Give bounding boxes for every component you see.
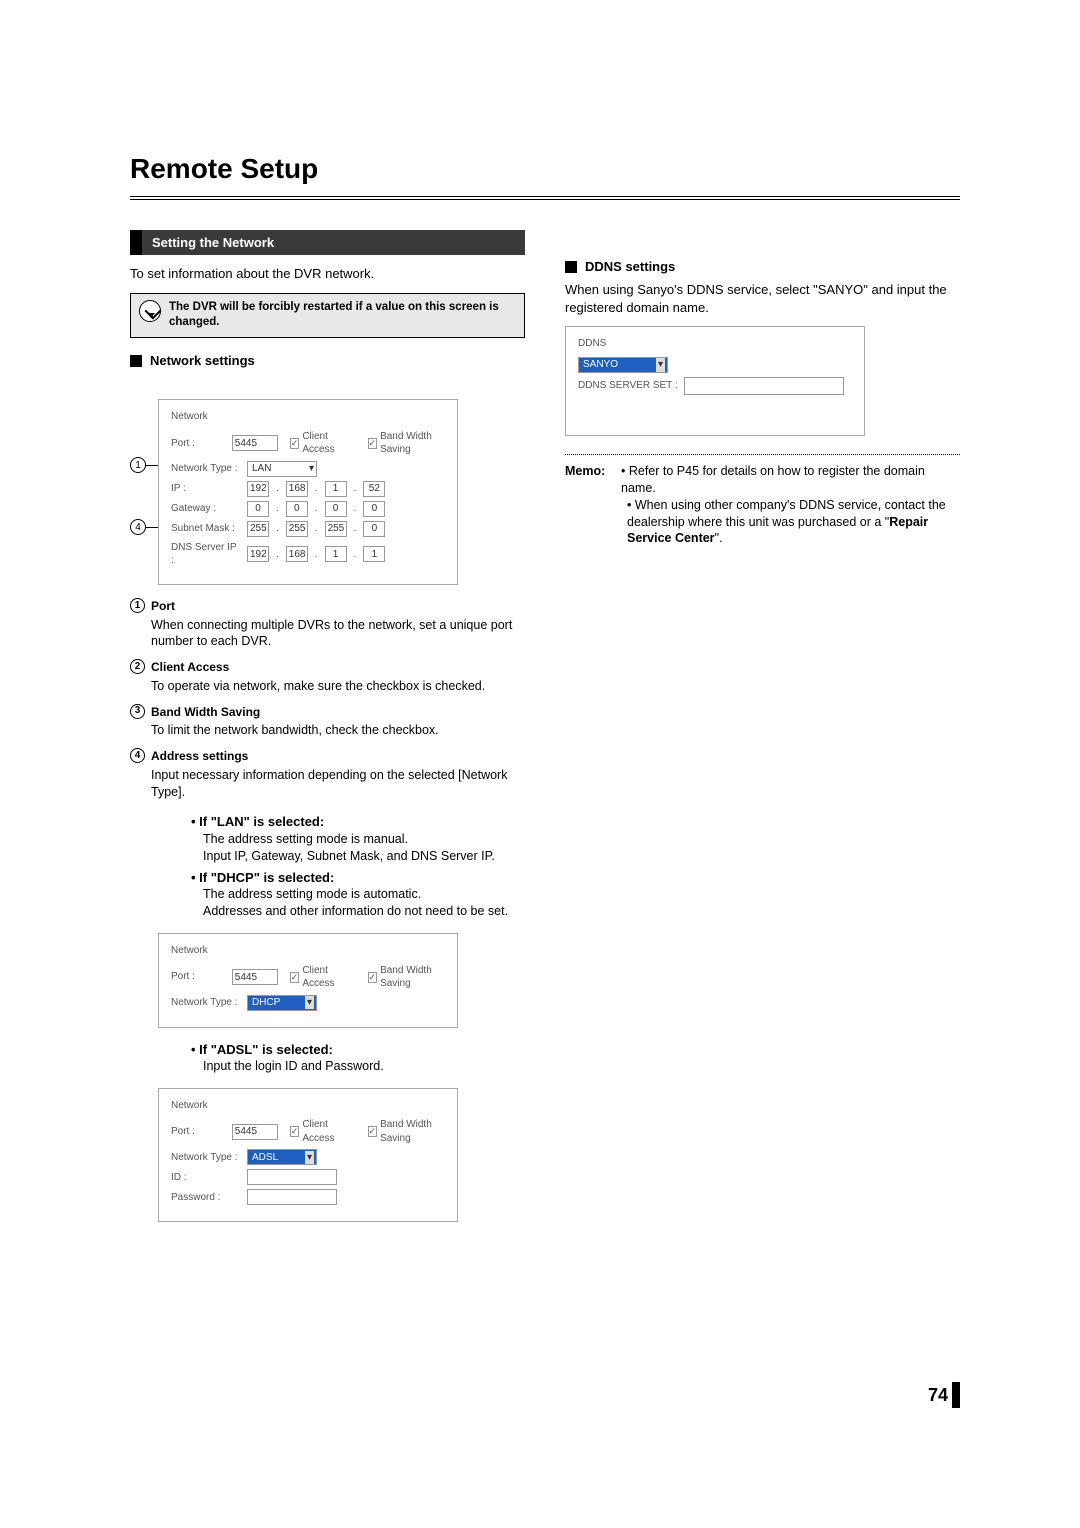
address-bullets: If "LAN" is selected: The address settin… <box>151 813 525 920</box>
title-rule <box>130 196 960 200</box>
chevron-down-icon: ▾ <box>656 358 665 372</box>
port-input[interactable] <box>232 969 278 985</box>
callout-1: 1 <box>130 457 146 473</box>
ddns-screenshot: DDNS SANYO ▾ DDNS SERVER SET : <box>565 326 865 436</box>
network-type-select[interactable]: DHCP▾ <box>247 995 317 1011</box>
page-number: 74 <box>928 1382 960 1408</box>
section-intro: To set information about the DVR network… <box>130 265 525 283</box>
item-address-settings: 4Address settings <box>130 747 525 765</box>
ip-octet[interactable] <box>325 481 347 497</box>
page-title: Remote Setup <box>130 150 960 188</box>
ddns-provider-select[interactable]: SANYO ▾ <box>578 357 668 373</box>
memo-divider <box>565 454 960 455</box>
network-adsl-screenshot: Network Port : ✓Client Access ✓Band Widt… <box>158 1088 458 1223</box>
ddns-heading: DDNS settings <box>565 258 960 276</box>
gateway-octet[interactable] <box>286 501 308 517</box>
client-access-checkbox[interactable]: ✓Client Access <box>290 964 348 991</box>
warning-notice: The DVR will be forcibly restarted if a … <box>130 293 525 338</box>
item-port: 1Port <box>130 597 525 615</box>
network-lan-screenshot: Network Port : ✓Client Access ✓Band Widt… <box>158 399 458 585</box>
callout-4: 4 <box>130 519 146 535</box>
client-access-checkbox[interactable]: ✓Client Access <box>290 1118 348 1145</box>
gateway-octet[interactable] <box>325 501 347 517</box>
subnet-octet[interactable] <box>247 521 269 537</box>
network-settings-heading: Network settings <box>130 352 525 370</box>
subnet-octet[interactable] <box>325 521 347 537</box>
port-input[interactable] <box>232 1124 278 1140</box>
left-column: Setting the Network To set information a… <box>130 230 525 1235</box>
chevron-down-icon: ▾ <box>305 1151 314 1165</box>
dns-octet[interactable] <box>325 546 347 562</box>
adsl-password-input[interactable] <box>247 1189 337 1205</box>
warning-icon <box>139 300 161 322</box>
client-access-checkbox[interactable]: ✓Client Access <box>290 430 348 457</box>
chevron-down-icon: ▾ <box>309 462 314 476</box>
gateway-octet[interactable] <box>247 501 269 517</box>
ip-octet[interactable] <box>363 481 385 497</box>
dns-octet[interactable] <box>363 546 385 562</box>
bandwidth-checkbox[interactable]: ✓Band Width Saving <box>368 964 446 991</box>
gateway-octet[interactable] <box>363 501 385 517</box>
memo-1: Memo: • Refer to P45 for details on how … <box>565 463 960 497</box>
chevron-down-icon: ▾ <box>305 996 314 1010</box>
network-dhcp-screenshot: Network Port : ✓Client Access ✓Band Widt… <box>158 933 458 1028</box>
ip-octet[interactable] <box>286 481 308 497</box>
port-input[interactable] <box>232 435 278 451</box>
network-type-select[interactable]: LAN▾ <box>247 461 317 477</box>
network-type-select[interactable]: ADSL▾ <box>247 1149 317 1165</box>
address-bullets-adsl: If "ADSL" is selected: Input the login I… <box>151 1041 525 1075</box>
item-client-access: 2Client Access <box>130 658 525 676</box>
bandwidth-checkbox[interactable]: ✓Band Width Saving <box>368 1118 446 1145</box>
ddns-server-input[interactable] <box>684 377 844 395</box>
ip-octet[interactable] <box>247 481 269 497</box>
section-heading: Setting the Network <box>130 230 525 256</box>
item-bandwidth: 3Band Width Saving <box>130 703 525 721</box>
square-bullet-icon <box>130 355 142 367</box>
square-bullet-icon <box>565 261 577 273</box>
right-column: DDNS settings When using Sanyo's DDNS se… <box>565 230 960 1235</box>
adsl-id-input[interactable] <box>247 1169 337 1185</box>
subnet-octet[interactable] <box>363 521 385 537</box>
dns-octet[interactable] <box>286 546 308 562</box>
ddns-intro: When using Sanyo's DDNS service, select … <box>565 281 960 316</box>
bandwidth-checkbox[interactable]: ✓Band Width Saving <box>368 430 446 457</box>
memo-2: • When using other company's DDNS servic… <box>627 497 960 548</box>
dns-octet[interactable] <box>247 546 269 562</box>
subnet-octet[interactable] <box>286 521 308 537</box>
